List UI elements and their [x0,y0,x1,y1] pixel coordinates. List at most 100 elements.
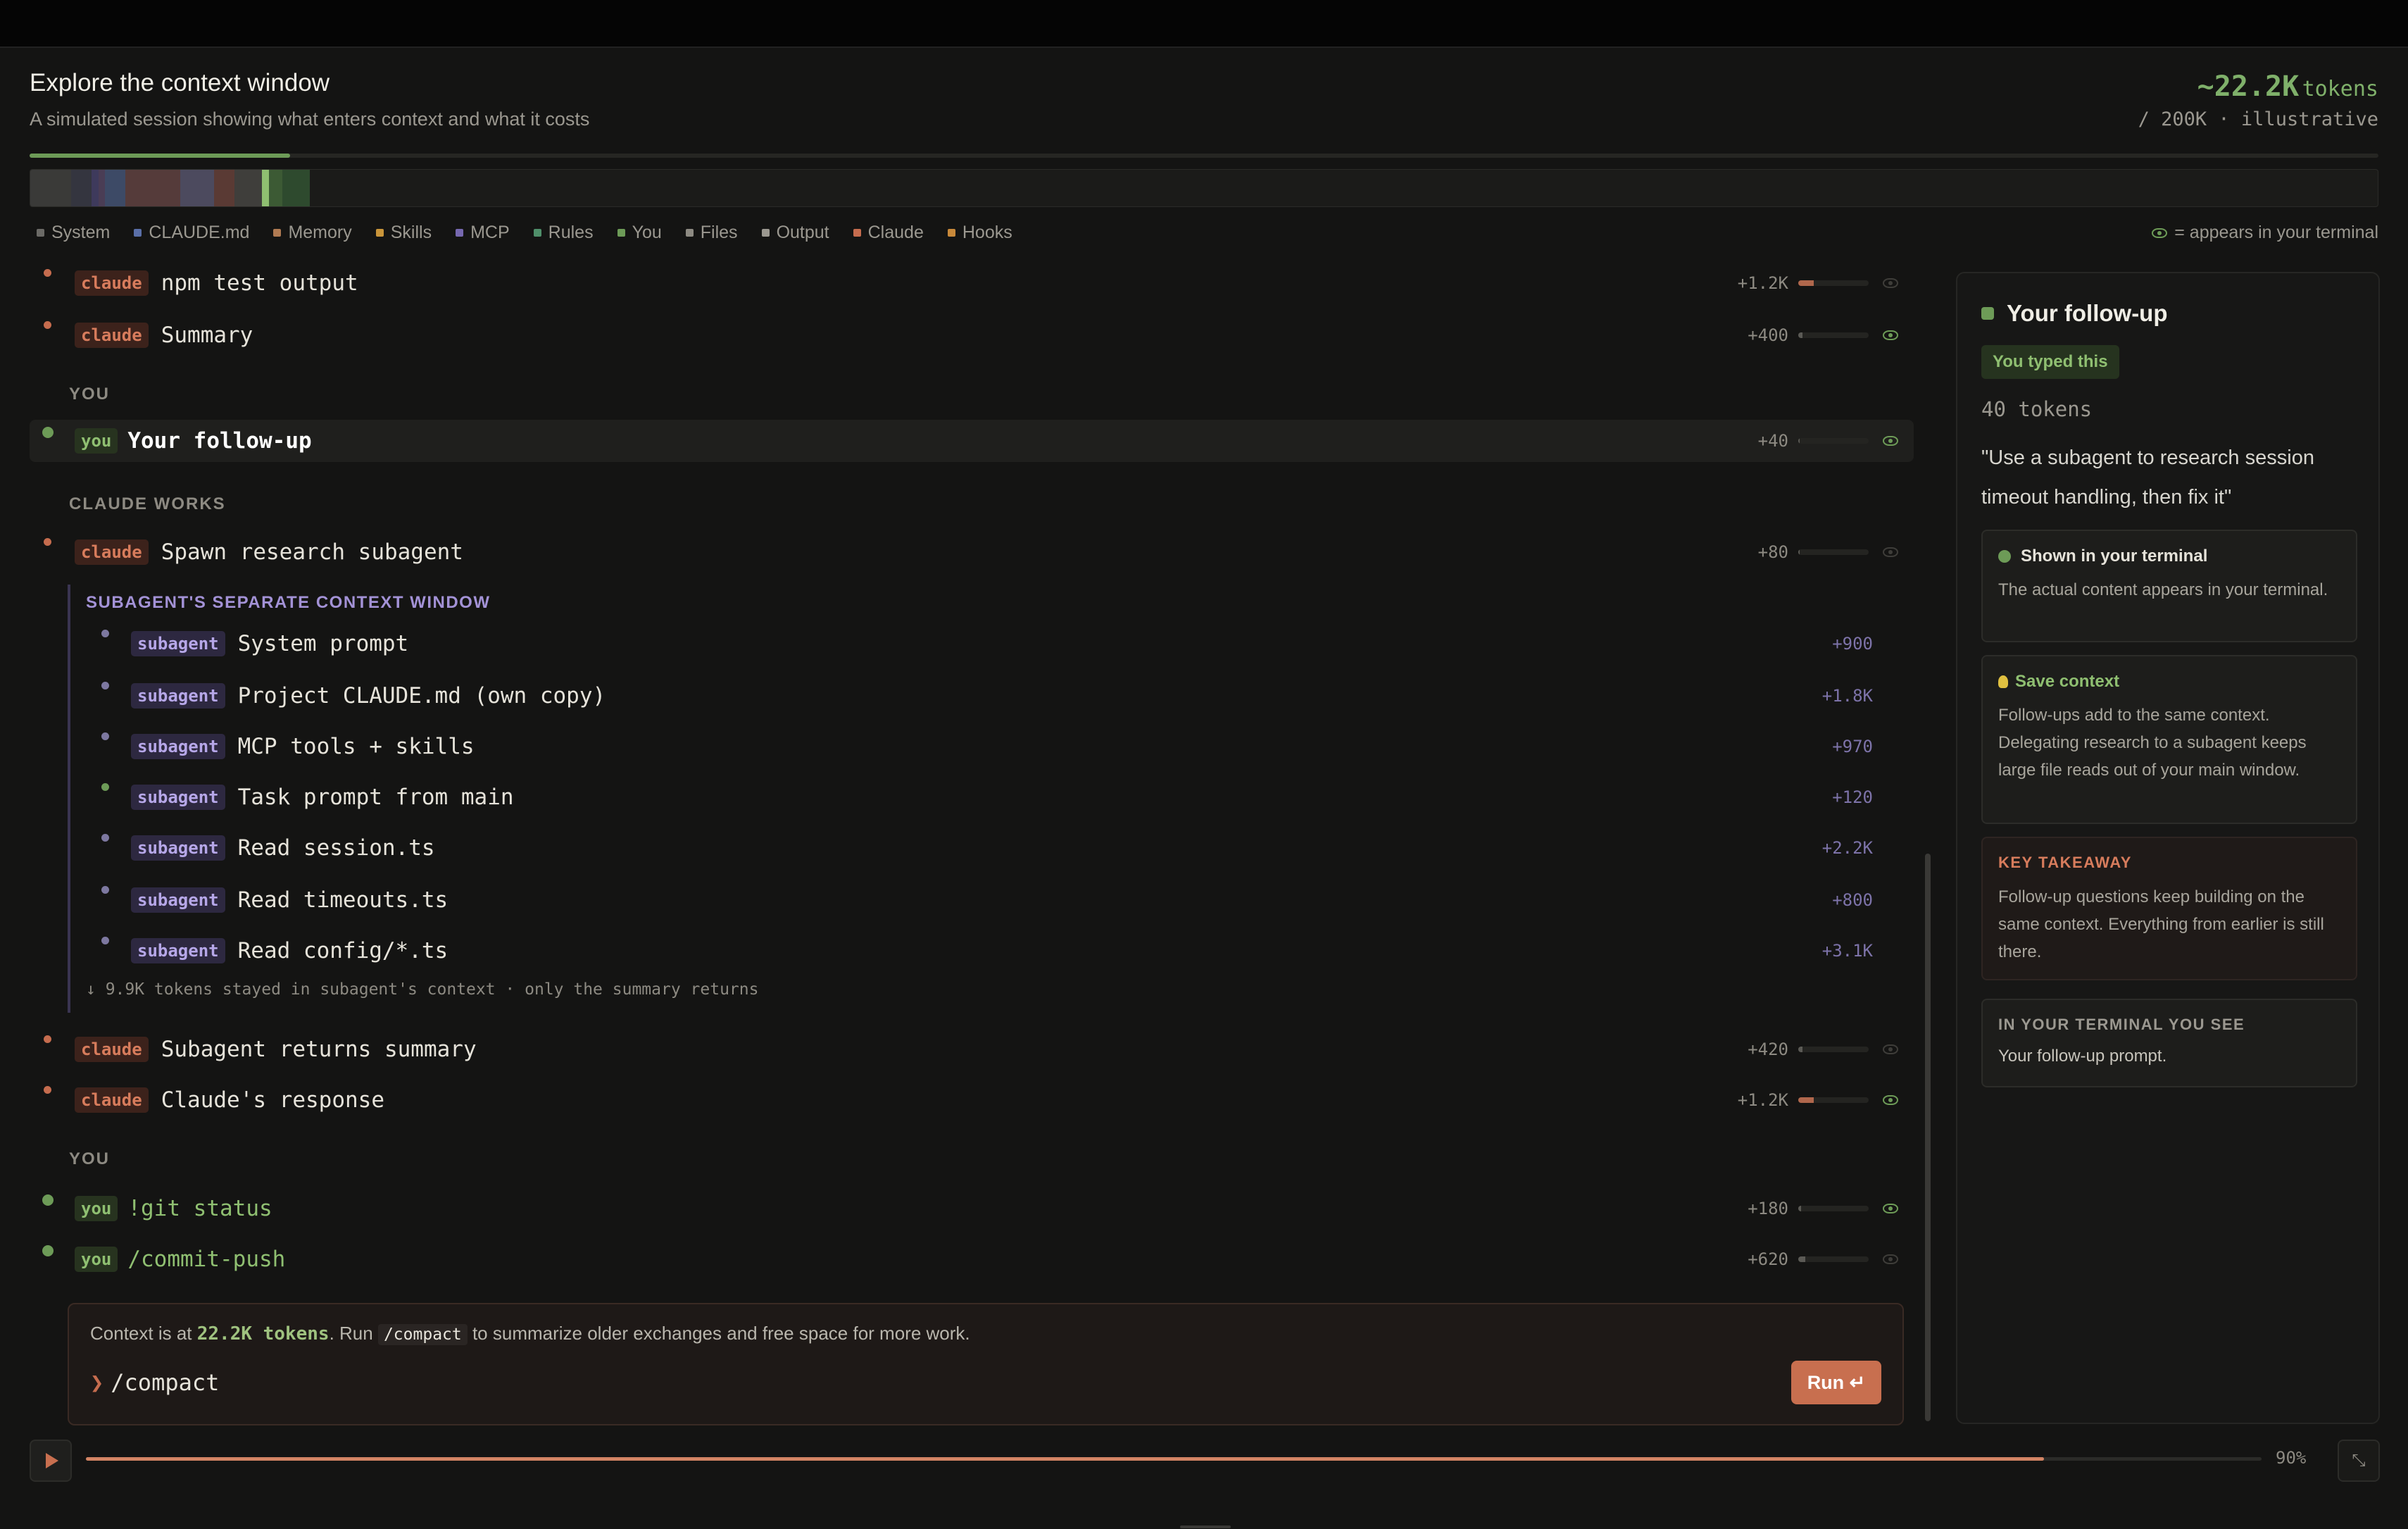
card-title: Save context [2015,672,2120,691]
row-token-bar [1798,1097,1869,1103]
category-legend: System CLAUDE.md Memory Skills MCP Rules You Fi… [37,223,1036,243]
timeline-row[interactable]: you/commit-push +620 [30,1238,1914,1280]
compact-prompt: Context is at 22.2K tokens. Run /compact… [68,1303,1904,1425]
subagent-row[interactable]: subagent Read config/*.ts +3.1K [70,930,1873,972]
legend-label: System [51,223,111,242]
legend-item-rules: Rules [533,223,594,243]
timeline-row[interactable]: claude Claude's response +1.2K [30,1079,1914,1121]
legend-label: Hooks [962,223,1012,242]
playback-percent: 90% [2276,1448,2307,1468]
row-dot-icon [42,1245,54,1256]
legend-label: Claude [867,223,924,242]
row-token-delta: +2.2K [1821,838,1873,858]
row-token-bar-fill [1798,549,1800,555]
row-tag: subagent [131,683,225,709]
section-you: YOU [69,1149,111,1168]
token-total: ~22.2K tokens [2197,70,2378,103]
detail-title: Your follow-up [1981,300,2168,327]
row-token-bar-fill [1798,1047,1802,1052]
row-tag: claude [75,1087,149,1113]
row-token-delta: +1.8K [1821,686,1873,706]
card-heading: KEY TAKEAWAY [1998,854,2132,871]
playback-progress [86,1457,2044,1461]
timeline-row[interactable]: you !git status +180 [30,1187,1914,1230]
token-capacity: / 200K · illustrative [2138,108,2378,130]
card-body: Follow-up questions keep building on the… [1998,887,2324,961]
legend-item-claudemd: CLAUDE.md [134,223,249,243]
legend-label: Skills [390,223,432,242]
row-dot-icon [44,321,51,329]
row-token-delta: +1.2K [1737,1090,1788,1110]
eye-icon [1883,1095,1898,1105]
row-tag: subagent [131,887,225,913]
card-key-takeaway: KEY TAKEAWAY Follow-up questions keep bu… [1981,837,2357,980]
row-label: Project CLAUDE.md (own copy) [237,683,606,709]
row-tag: subagent [131,938,225,963]
subagent-row[interactable]: subagent Project CLAUDE.md (own copy) +1.8… [70,675,1873,717]
compact-code: /compact [377,1324,468,1345]
timeline-row[interactable]: claude Subagent returns summary +420 [30,1028,1914,1071]
row-label: Your follow-up [127,428,312,454]
legend-item-files: Files [685,223,738,243]
compact-message-text: to summarize older exchanges and free sp… [467,1323,970,1344]
row-tag: you [75,1196,118,1221]
playback-timeline[interactable] [86,1457,2262,1461]
row-tag: you [75,1247,118,1272]
row-label: System prompt [237,631,409,656]
play-button[interactable] [30,1440,72,1482]
card-body: Follow-ups add to the same context. Dele… [1998,706,2307,780]
eye-icon [1883,1254,1898,1264]
detail-panel: Your follow-up You typed this 40 tokens … [1956,272,2380,1424]
stack-segment [125,170,180,206]
timeline-row[interactable]: claude Spawn research subagent +80 [30,531,1914,573]
expand-button[interactable]: ⤡ [2338,1440,2380,1482]
terminal-legend: = appears in your terminal [2152,223,2378,243]
expand-icon: ⤡ [2352,1451,2366,1470]
row-token-bar [1798,1256,1869,1262]
legend-swatch-icon [37,229,44,237]
timeline-row[interactable]: claude Summary +400 [30,314,1914,356]
legend-item-claude: Claude [853,223,924,243]
row-label: Subagent returns summary [161,1037,477,1062]
subagent-row[interactable]: subagent Task prompt from main +120 [70,776,1873,818]
subagent-row[interactable]: subagent MCP tools + skills +970 [70,725,1873,768]
row-dot-icon [42,1194,54,1206]
row-label: Read timeouts.ts [237,887,449,913]
legend-item-you: You [617,223,662,243]
run-button[interactable]: Run ↵ [1791,1361,1881,1404]
legend-swatch-icon [375,229,384,237]
row-tag: claude [75,270,149,296]
row-label: Read session.ts [237,835,435,861]
row-token-delta: +620 [1748,1249,1788,1269]
legend-swatch-icon [273,229,282,237]
legend-swatch-icon [533,229,541,237]
row-token-delta: +900 [1832,634,1873,654]
compact-command-input[interactable]: ❯ /compact [90,1369,219,1396]
compact-token-count: 22.2K tokens [196,1323,330,1344]
timeline-scrollbar[interactable] [1925,854,1931,1421]
legend-item-hooks: Hooks [947,223,1012,243]
row-dot-icon [101,630,109,637]
subagent-row[interactable]: subagent Read session.ts +2.2K [70,827,1873,869]
subagent-row[interactable]: subagent Read timeouts.ts +800 [70,879,1873,921]
legend-label: You [632,223,662,242]
timeline-row[interactable]: claude npm test output +1.2K [30,262,1914,304]
subagent-row[interactable]: subagent System prompt +900 [70,623,1873,665]
card-body: The actual content appears in your termi… [1998,580,2328,599]
detail-title-text: Your follow-up [2007,300,2168,326]
card-heading: Save context [1998,672,2119,692]
section-claude-works: CLAUDE WORKS [69,494,226,513]
row-token-delta: +1.2K [1737,273,1788,293]
row-label: Task prompt from main [237,785,514,810]
stack-segment [282,170,310,206]
row-label: MCP tools + skills [237,734,475,759]
resize-handle[interactable] [1180,1525,1231,1528]
timeline-row[interactable]: you Your follow-up +40 [30,420,1914,462]
legend-item-mcp: MCP [456,223,510,243]
compact-message: Context is at 22.2K tokens. Run /compact… [90,1323,970,1345]
row-tag: claude [75,323,149,348]
legend-label: Rules [548,223,594,242]
row-token-delta: +180 [1748,1199,1788,1218]
stack-segment [234,170,262,206]
compact-command-text: /compact [111,1369,220,1396]
